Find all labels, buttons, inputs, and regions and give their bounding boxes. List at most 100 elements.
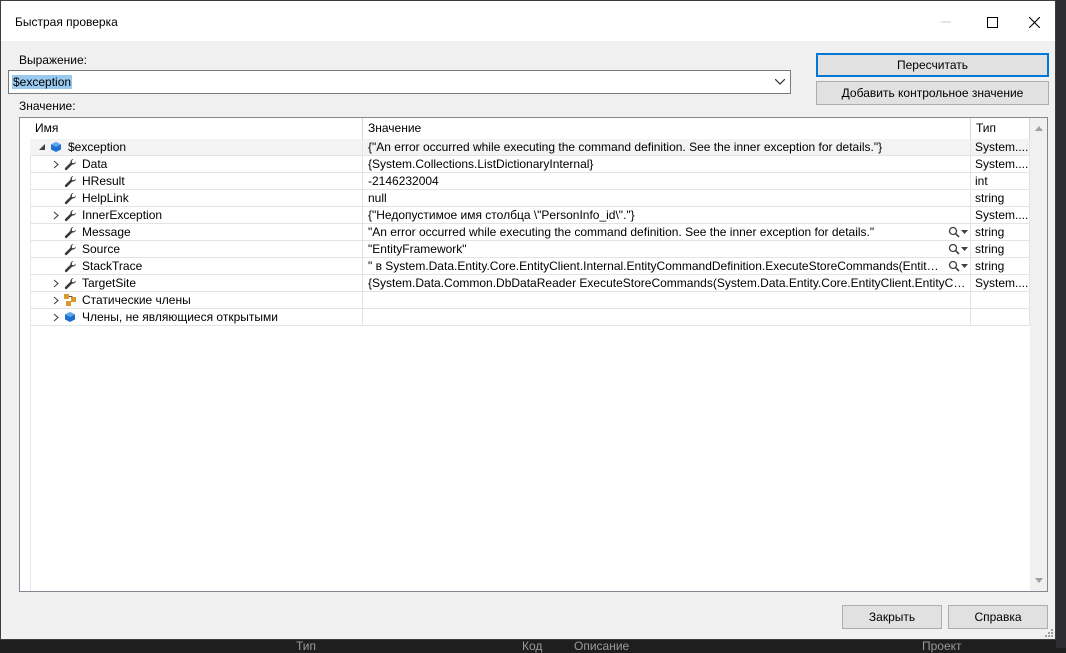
non-public-members-icon (62, 309, 78, 325)
table-row[interactable]: $exception {"An error occurred while exec… (30, 139, 1030, 156)
static-members-icon (62, 292, 78, 308)
no-expander (50, 258, 62, 274)
scroll-up-button[interactable] (1030, 120, 1047, 137)
minimize-button[interactable] (923, 7, 969, 37)
maximize-icon (986, 16, 998, 28)
table-row[interactable]: Data {System.Collections.ListDictionaryIn… (30, 156, 1030, 173)
expand-arrow-icon[interactable] (50, 275, 62, 291)
row-value: "An error occurred while executing the c… (368, 225, 875, 239)
column-header-name[interactable]: Имя (30, 118, 363, 139)
text-visualizer-button[interactable] (948, 258, 968, 274)
type-cell: string (971, 241, 1030, 257)
magnifier-icon (948, 226, 960, 238)
host-ide-background (1056, 0, 1066, 648)
table-row[interactable]: InnerException {"Недопустимое имя столбца… (30, 207, 1030, 224)
wrench-icon (62, 241, 78, 257)
name-cell: HelpLink (30, 190, 363, 206)
type-cell: string (971, 190, 1030, 206)
row-value: {"Недопустимое имя столбца \"PersonInfo_… (368, 208, 635, 222)
magnifier-icon (948, 260, 960, 272)
row-name: TargetSite (82, 276, 137, 290)
value-cell[interactable]: -2146232004 (363, 173, 971, 189)
expression-dropdown-button[interactable] (772, 74, 788, 90)
chevron-down-icon (775, 79, 785, 85)
table-row[interactable]: Статические члены (30, 292, 1030, 309)
row-value: {System.Data.Common.DbDataReader Execute… (368, 276, 970, 290)
expand-arrow-icon[interactable] (50, 207, 62, 223)
name-cell: $exception (30, 139, 363, 155)
close-button[interactable]: Закрыть (842, 605, 942, 629)
value-cell[interactable]: "EntityFramework" (363, 241, 971, 257)
value-cell[interactable]: " в System.Data.Entity.Core.EntityClient… (363, 258, 971, 274)
row-name: $exception (68, 140, 127, 154)
host-column-type: Тип (296, 639, 317, 653)
table-row[interactable]: Source "EntityFramework" string (30, 241, 1030, 258)
expand-arrow-icon[interactable] (50, 309, 62, 325)
expand-arrow-icon[interactable] (50, 156, 62, 172)
no-expander (50, 173, 62, 189)
column-header-type[interactable]: Тип (971, 118, 1030, 139)
type-cell (971, 292, 1030, 308)
name-cell: InnerException (30, 207, 363, 223)
text-visualizer-button[interactable] (948, 224, 968, 240)
value-cell[interactable]: {System.Collections.ListDictionaryIntern… (363, 156, 971, 172)
row-name: HResult (82, 174, 125, 188)
table-row[interactable]: Message "An error occurred while executin… (30, 224, 1030, 241)
value-cell[interactable]: {"An error occurred while executing the … (363, 139, 971, 155)
text-visualizer-button[interactable] (948, 241, 968, 257)
resize-grip-icon[interactable] (1043, 627, 1053, 637)
table-row[interactable]: HelpLink null string (30, 190, 1030, 207)
row-name: Message (82, 225, 131, 239)
vertical-scrollbar[interactable] (1030, 118, 1047, 591)
type-cell: System.... (971, 156, 1030, 172)
wrench-icon (62, 173, 78, 189)
name-cell: StackTrace (30, 258, 363, 274)
magnifier-icon (948, 243, 960, 255)
value-label: Значение: (19, 99, 76, 113)
expand-arrow-icon[interactable] (50, 292, 62, 308)
table-row[interactable]: TargetSite {System.Data.Common.DbDataRead… (30, 275, 1030, 292)
chevron-down-icon (1034, 578, 1043, 583)
row-value: null (368, 191, 387, 205)
help-button[interactable]: Справка (948, 605, 1048, 629)
row-type: System.... (975, 276, 1029, 290)
host-column-project: Проект (922, 639, 962, 653)
name-cell: Члены, не являющиеся открытыми (30, 309, 363, 325)
wrench-icon (62, 190, 78, 206)
table-row[interactable]: HResult -2146232004 int (30, 173, 1030, 190)
table-row[interactable]: Члены, не являющиеся открытыми (30, 309, 1030, 326)
recalculate-button[interactable]: Пересчитать (816, 53, 1049, 77)
dropdown-arrow-icon (961, 230, 968, 234)
maximize-button[interactable] (969, 7, 1015, 37)
name-cell: Статические члены (30, 292, 363, 308)
name-cell: Source (30, 241, 363, 257)
value-cell[interactable] (363, 292, 971, 308)
collapse-arrow-icon[interactable] (36, 139, 48, 155)
no-expander (50, 224, 62, 240)
row-value: -2146232004 (368, 174, 439, 188)
grid-rows: $exception {"An error occurred while exec… (30, 139, 1030, 326)
row-type: System.... (975, 157, 1029, 171)
row-type: int (975, 174, 988, 188)
host-column-code: Код (522, 639, 543, 653)
value-cell[interactable]: {System.Data.Common.DbDataReader Execute… (363, 275, 971, 291)
scroll-down-button[interactable] (1030, 572, 1047, 589)
row-type: System.... (975, 140, 1029, 154)
value-cell[interactable] (363, 309, 971, 325)
title-bar: Быстрая проверка (1, 1, 1055, 41)
value-cell[interactable]: null (363, 190, 971, 206)
value-cell[interactable]: "An error occurred while executing the c… (363, 224, 971, 240)
value-cell[interactable]: {"Недопустимое имя столбца \"PersonInfo_… (363, 207, 971, 223)
row-value: "EntityFramework" (368, 242, 467, 256)
column-header-value[interactable]: Значение (363, 118, 971, 139)
table-row[interactable]: StackTrace " в System.Data.Entity.Core.En… (30, 258, 1030, 275)
close-icon (1028, 16, 1040, 28)
value-grid: Имя Значение Тип $exception {"An error oc… (19, 117, 1048, 592)
close-window-button[interactable] (1011, 7, 1057, 37)
add-watch-button[interactable]: Добавить контрольное значение (816, 81, 1049, 105)
row-type: string (975, 259, 1005, 273)
dropdown-arrow-icon (961, 247, 968, 251)
row-name: Статические члены (82, 293, 191, 307)
type-cell: string (971, 224, 1030, 240)
expression-input[interactable]: $exception (8, 70, 791, 94)
